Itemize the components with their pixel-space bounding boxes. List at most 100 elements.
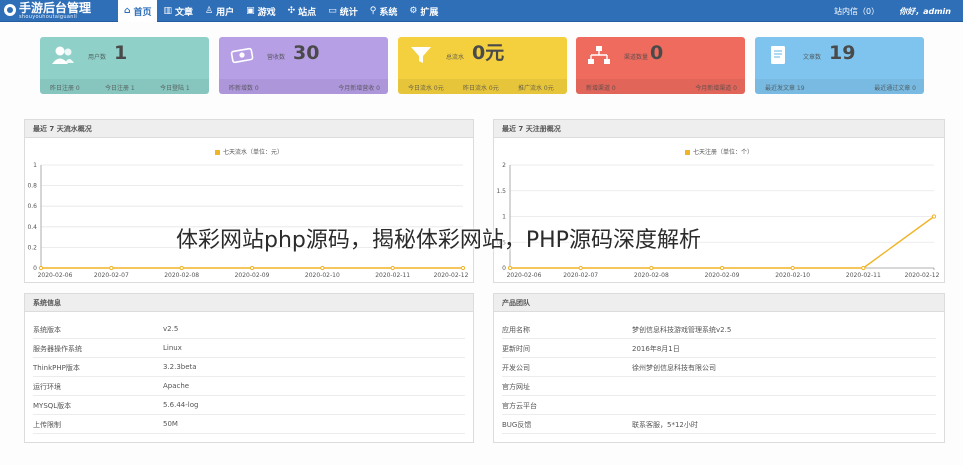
stat-value: 19	[829, 42, 856, 64]
info-key: 应用名称	[502, 326, 530, 334]
nav-item-5[interactable]: ▭ 统计	[322, 0, 364, 22]
stat-card[interactable]: 文章数 19 最近发文章 19 最近通过文章 0	[755, 37, 924, 94]
info-value: 3.2.3beta	[163, 363, 197, 371]
x-tick-label: 2020-02-08	[164, 272, 199, 279]
info-value: 梦创信息科技游戏管理系统v2.5	[632, 326, 732, 334]
info-key: 运行环境	[33, 383, 61, 391]
nav-label: 游戏	[257, 7, 276, 18]
info-row: ThinkPHP版本 3.2.3beta	[33, 358, 465, 377]
y-tick-label: 0.8	[27, 183, 37, 190]
stat-footer: 昨新增数 0 今月新增营收 0	[219, 79, 388, 94]
x-tick-label: 2020-02-09	[235, 272, 270, 279]
data-point	[179, 265, 184, 271]
y-tick-label: 0.6	[27, 203, 37, 210]
info-value: 徐州梦创信息科技有限公司	[632, 364, 716, 372]
funnel-icon	[408, 44, 434, 66]
x-tick-label: 2020-02-11	[846, 272, 881, 279]
y-tick-label: 2	[502, 162, 506, 169]
panel-title: 系统信息	[25, 294, 473, 312]
stat-footer-item: 最近通过文章 0	[874, 85, 916, 92]
product-team-panel: 产品团队 应用名称 梦创信息科技游戏管理系统v2.5 更新时间 2016年8月1日 开发…	[493, 293, 945, 443]
stat-footer-item: 推广流水 0元	[518, 85, 554, 92]
data-point	[649, 265, 654, 271]
nav-label: 扩展	[420, 7, 439, 18]
info-row: 上传限制 50M	[33, 415, 465, 434]
stat-card[interactable]: 渠道数量 0 新增渠道 0 今月新增渠道 0	[576, 37, 745, 94]
info-key: 更新时间	[502, 345, 530, 353]
data-point	[861, 265, 866, 271]
stat-footer: 昨日注册 0 今日注册 1 今日登陆 1	[40, 79, 209, 94]
data-point	[931, 214, 937, 219]
info-row: 应用名称 梦创信息科技游戏管理系统v2.5	[502, 320, 936, 339]
stat-card[interactable]: 营收数 30 昨新增数 0 今月新增营收 0	[219, 37, 388, 94]
x-tick-label: 2020-02-12	[434, 272, 469, 279]
flow-chart-panel: 最近 7 天流水概况 七天流水（单位：元） 0 0.2 0.4 0.6 0.8 1 2020…	[24, 119, 474, 283]
data-point	[320, 265, 325, 271]
data-point	[249, 265, 255, 271]
nav-item-4[interactable]: ✣ 站点	[282, 0, 323, 22]
user-greeting[interactable]: 你好，admin	[899, 6, 951, 17]
stat-footer: 最近发文章 19 最近通过文章 0	[755, 79, 924, 94]
nav-item-1[interactable]: ▥ 文章	[157, 0, 199, 22]
info-key: 官方网址	[502, 383, 530, 391]
nav-item-7[interactable]: ⚙ 扩展	[403, 0, 444, 22]
register-chart-panel: 最近 7 天注册概况 七天注册（单位：个） 0 0.5 1 1.5 2 2020-02-0…	[493, 119, 945, 283]
info-key: 服务器操作系统	[33, 345, 82, 353]
data-point	[390, 265, 395, 271]
info-key: 上传限制	[33, 421, 61, 429]
info-row: 服务器操作系统 Linux	[33, 339, 465, 358]
user-icon: ♙	[205, 5, 214, 16]
main-nav: ⌂ 首页 ▥ 文章 ♙ 用户 ▣ 游戏 ✣ 站点 ▭ 统计 ⚲ 系统 ⚙ 扩展	[118, 0, 444, 22]
nav-item-0[interactable]: ⌂ 首页	[118, 0, 158, 22]
top-navbar: 手游后台管理 shouyouhoutaiguanli ⌂ 首页 ▥ 文章 ♙ 用户 ▣ 游戏 ✣…	[0, 0, 963, 22]
monitor-icon: ▭	[328, 5, 337, 16]
y-tick-label: 0	[502, 265, 506, 272]
info-key: 系统版本	[33, 326, 61, 334]
info-value: 50M	[163, 420, 178, 428]
top-right-area: 站内信（0） 你好，admin	[834, 0, 951, 22]
y-tick-label: 0.2	[27, 244, 37, 251]
x-tick-label: 2020-02-07	[94, 272, 129, 279]
info-value: v2.5	[163, 325, 179, 333]
system-info-panel: 系统信息 系统版本 v2.5 服务器操作系统 Linux ThinkPHP版本 3.2.3…	[24, 293, 474, 443]
stat-footer-item: 新增渠道 0	[586, 85, 616, 92]
nav-label: 系统	[379, 7, 398, 18]
data-point	[38, 265, 44, 271]
messages-link[interactable]: 站内信（0）	[834, 6, 879, 17]
stat-footer-item: 今月新增渠道 0	[695, 85, 737, 92]
stat-card[interactable]: 总流水 0元 今日流水 0元 昨日流水 0元 推广流水 0元	[398, 37, 567, 94]
stat-footer-item: 今日登陆 1	[160, 85, 190, 92]
x-tick-label: 2020-02-12	[905, 272, 940, 279]
data-point	[507, 265, 513, 271]
x-tick-label: 2020-02-06	[507, 272, 542, 279]
data-point	[719, 265, 725, 271]
document-icon	[765, 44, 791, 66]
info-row: MYSQL版本 5.6.44-log	[33, 396, 465, 415]
stat-label: 渠道数量	[624, 54, 649, 61]
stat-card[interactable]: 用户数 1 昨日注册 0 今日注册 1 今日登陆 1	[40, 37, 209, 94]
nav-item-6[interactable]: ⚲ 系统	[364, 0, 404, 22]
stat-label: 文章数	[803, 54, 822, 61]
x-tick-label: 2020-02-10	[305, 272, 340, 279]
info-row: 运行环境 Apache	[33, 377, 465, 396]
stat-label: 总流水	[446, 54, 465, 61]
money-icon	[229, 44, 255, 66]
x-tick-label: 2020-02-11	[375, 272, 410, 279]
x-tick-label: 2020-02-09	[705, 272, 740, 279]
data-point	[109, 265, 114, 271]
stat-footer: 今日流水 0元 昨日流水 0元 推广流水 0元	[398, 79, 567, 94]
users-icon	[50, 44, 76, 66]
data-point	[460, 265, 466, 271]
info-row: BUG反馈 联系客服，5*12小时	[502, 415, 936, 434]
x-tick-label: 2020-02-06	[38, 272, 73, 279]
stat-label: 营收数	[267, 54, 286, 61]
gear-icon: ⚙	[409, 5, 418, 16]
nav-item-3[interactable]: ▣ 游戏	[240, 0, 282, 22]
info-value: 联系客服，5*12小时	[632, 421, 698, 429]
logo[interactable]: 手游后台管理 shouyouhoutaiguanli	[4, 2, 109, 20]
stat-footer-item: 昨新增数 0	[229, 85, 259, 92]
nav-item-2[interactable]: ♙ 用户	[199, 0, 240, 22]
x-tick-label: 2020-02-10	[775, 272, 810, 279]
info-key: 官方云平台	[502, 402, 537, 410]
overlay-caption: 体彩网站php源码，揭秘体彩网站，PHP源码深度解析	[176, 228, 701, 253]
